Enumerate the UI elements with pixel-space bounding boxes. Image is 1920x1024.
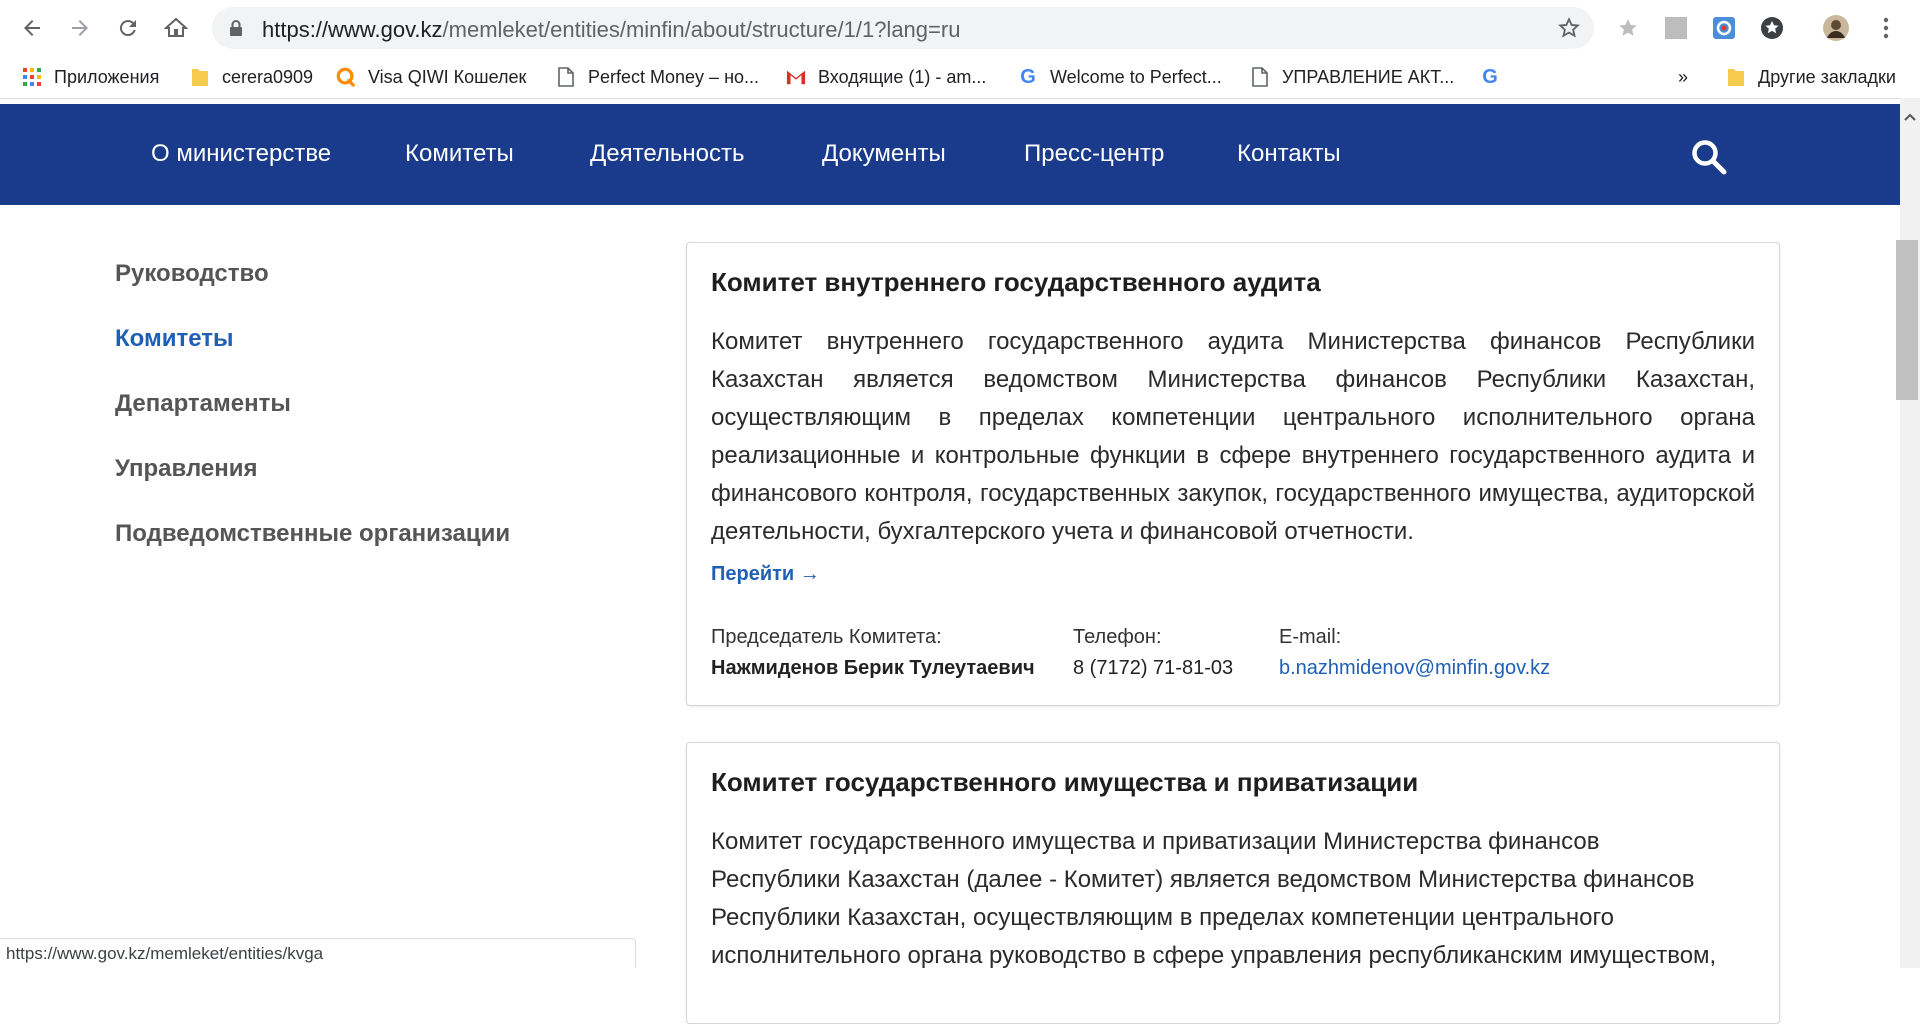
bookmark-upravlenie[interactable]: УПРАВЛЕНИЕ АКТ...: [1250, 63, 1454, 91]
avatar-icon: [1823, 15, 1849, 41]
menu-press-center[interactable]: Пресс-центр: [1024, 140, 1164, 168]
committee-card: Комитет внутреннего государственного ауд…: [686, 242, 1780, 706]
sidebar-item-committees[interactable]: Комитеты: [115, 325, 234, 353]
description-line: исполнительного органа руководство в сфе…: [711, 942, 1717, 969]
committee-card: Комитет государственного имущества и при…: [686, 742, 1780, 1024]
forward-button[interactable]: [66, 14, 94, 42]
page-icon: [1250, 67, 1270, 87]
browser-menu-button[interactable]: [1872, 14, 1900, 42]
bookmarks-overflow-button[interactable]: »: [1678, 63, 1688, 91]
site-search-button[interactable]: [1690, 138, 1728, 176]
google-icon: G: [1482, 65, 1498, 88]
page-scrollbar[interactable]: [1900, 98, 1920, 968]
committee-title: Комитет внутреннего государственного ауд…: [711, 267, 1321, 297]
search-icon: [1692, 140, 1727, 175]
bookmark-cerera[interactable]: cerera0909: [190, 63, 313, 91]
page-icon: [556, 67, 576, 87]
bookmark-apps[interactable]: Приложения: [22, 63, 159, 91]
email-label: E-mail:: [1279, 626, 1342, 648]
committee-title: Комитет государственного имущества и при…: [711, 767, 1419, 797]
google-icon: G: [1020, 65, 1036, 88]
home-button[interactable]: [162, 14, 190, 42]
bookmark-welcome-perfect[interactable]: G Welcome to Perfect...: [1018, 63, 1222, 91]
bookmark-perfect-money[interactable]: Perfect Money – но...: [556, 63, 759, 91]
extension-gray-button[interactable]: [1662, 14, 1690, 42]
phone-label: Телефон:: [1073, 626, 1162, 648]
site-header: О министерстве Комитеты Деятельность Док…: [0, 104, 1900, 205]
other-bookmarks-folder[interactable]: Другие закладки: [1726, 63, 1896, 91]
menu-committees[interactable]: Комитеты: [405, 140, 514, 168]
folder-icon: [1726, 67, 1746, 87]
sidebar-item-directorates[interactable]: Управления: [115, 455, 258, 483]
scroll-up-arrow-icon[interactable]: [1904, 113, 1916, 121]
lock-icon: [230, 20, 242, 36]
url-text: https://www.gov.kz/memleket/entities/min…: [262, 17, 961, 42]
sidebar-item-subordinate-orgs[interactable]: Подведомственные организации: [115, 520, 510, 548]
bookmark-gmail[interactable]: Входящие (1) - am...: [786, 63, 986, 91]
description-line: Республики Казахстан, осуществляющим в п…: [711, 904, 1615, 931]
sync-icon: [1713, 17, 1735, 39]
description-line: Комитет государственного имущества и при…: [711, 828, 1600, 855]
badge-star-icon: [1761, 17, 1783, 39]
qiwi-icon: [336, 67, 356, 87]
extension-badge-button[interactable]: [1758, 14, 1786, 42]
star-icon: [1619, 19, 1637, 36]
scrollbar-thumb[interactable]: [1896, 240, 1918, 400]
committee-description: Комитет государственного имущества и при…: [711, 823, 1755, 975]
arrow-left-icon: [24, 20, 40, 36]
reload-icon: [119, 20, 136, 37]
more-vert-icon: [1883, 17, 1889, 39]
back-button[interactable]: [18, 14, 46, 42]
sidebar-item-leadership[interactable]: Руководство: [115, 260, 269, 288]
reload-button[interactable]: [114, 14, 142, 42]
folder-icon: [190, 67, 210, 87]
chairman-label: Председатель Комитета:: [711, 626, 942, 648]
profile-avatar-button[interactable]: [1822, 14, 1850, 42]
apps-grid-icon: [22, 67, 42, 87]
menu-contacts[interactable]: Контакты: [1237, 140, 1341, 168]
description-line: Республики Казахстан (далее - Комитет) я…: [711, 866, 1695, 893]
email-link[interactable]: b.nazhmidenov@minfin.gov.kz: [1279, 657, 1550, 680]
address-bar[interactable]: https://www.gov.kz/memleket/entities/min…: [212, 7, 1594, 49]
extension-star-button[interactable]: [1614, 14, 1642, 42]
phone-value: 8 (7172) 71-81-03: [1073, 657, 1234, 679]
extension-sync-button[interactable]: [1710, 14, 1738, 42]
arrow-right-icon: →: [799, 563, 820, 585]
sidebar-item-departments[interactable]: Департаменты: [115, 390, 291, 418]
bookmarks-bar: Приложения cerera0909 Visa QIWI Кошелек …: [0, 56, 1920, 99]
link-status-bubble: https://www.gov.kz/memleket/entities/kvg…: [0, 938, 636, 968]
menu-activity[interactable]: Деятельность: [590, 140, 744, 168]
home-icon: [164, 17, 188, 37]
bookmark-google[interactable]: G: [1480, 63, 1512, 91]
menu-about[interactable]: О министерстве: [151, 140, 331, 168]
arrow-right-icon: [72, 20, 88, 36]
bookmark-qiwi[interactable]: Visa QIWI Кошелек: [336, 63, 526, 91]
browser-toolbar: https://www.gov.kz/memleket/entities/min…: [0, 0, 1920, 56]
bookmark-star-icon[interactable]: [1558, 17, 1580, 39]
committee-description: Комитет внутреннего государственного ауд…: [711, 328, 1755, 545]
gmail-icon: [786, 67, 806, 87]
menu-documents[interactable]: Документы: [822, 140, 946, 168]
gray-square-icon: [1665, 17, 1687, 39]
go-link[interactable]: Перейти →: [711, 563, 820, 586]
chairman-name: Нажмиденов Берик Тулеутаевич: [711, 657, 1035, 679]
